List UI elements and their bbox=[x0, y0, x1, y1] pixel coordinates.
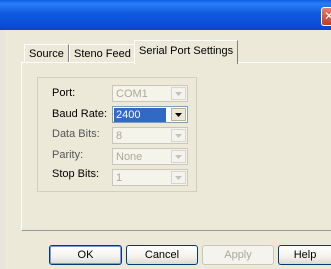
apply-button[interactable]: Apply bbox=[202, 245, 274, 265]
tab-source[interactable]: Source bbox=[24, 44, 69, 63]
stop-bits-select[interactable]: 1 bbox=[112, 169, 188, 186]
cancel-button[interactable]: Cancel bbox=[126, 245, 198, 265]
parity-select[interactable]: None bbox=[112, 148, 188, 165]
stop-bits-value: 1 bbox=[116, 172, 123, 184]
tab-label: Steno Feed bbox=[74, 48, 131, 60]
tab-label: Serial Port Settings bbox=[139, 45, 234, 57]
tab-serial-port-settings[interactable]: Serial Port Settings bbox=[134, 40, 239, 64]
port-value: COM1 bbox=[116, 88, 148, 100]
baud-rate-value: 2400 bbox=[114, 108, 166, 122]
chevron-down-icon[interactable] bbox=[171, 87, 186, 100]
title-bar[interactable]: ✕ bbox=[0, 0, 331, 30]
data-bits-label: Data Bits: bbox=[52, 128, 100, 140]
help-button[interactable]: Help bbox=[278, 245, 331, 265]
baud-rate-label: Baud Rate: bbox=[52, 108, 108, 120]
chevron-down-icon[interactable] bbox=[171, 129, 186, 142]
baud-rate-select[interactable]: 2400 bbox=[112, 106, 188, 123]
data-bits-value: 8 bbox=[116, 130, 123, 142]
parity-value: None bbox=[116, 151, 143, 163]
chevron-down-icon[interactable] bbox=[171, 150, 186, 163]
data-bits-select[interactable]: 8 bbox=[112, 127, 188, 144]
stop-bits-label: Stop Bits: bbox=[52, 168, 100, 180]
tab-steno-feed[interactable]: Steno Feed bbox=[69, 44, 136, 63]
port-label: Port: bbox=[52, 87, 76, 99]
ok-button[interactable]: OK bbox=[49, 245, 122, 265]
chevron-down-icon[interactable] bbox=[171, 108, 186, 121]
chevron-down-icon[interactable] bbox=[171, 171, 186, 184]
parity-label: Parity: bbox=[52, 149, 84, 161]
tab-label: Source bbox=[29, 48, 64, 60]
close-icon[interactable]: ✕ bbox=[321, 7, 331, 26]
port-select[interactable]: COM1 bbox=[112, 85, 188, 102]
